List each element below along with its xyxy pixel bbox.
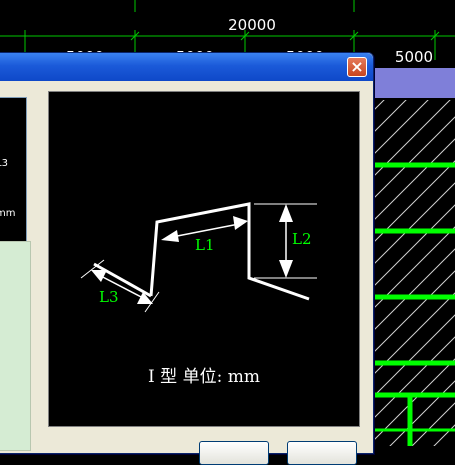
list-label-mm: mm [0,208,16,219]
dimension-label-l3: L3 [99,288,119,306]
dialog-titlebar[interactable]: × [0,53,373,81]
dialog-button-1[interactable] [199,441,269,465]
preview-caption: I 型 单位: mm [148,367,260,387]
dialog-button-2[interactable] [287,441,357,465]
list-label-l3: L3 [0,158,8,169]
dialog-window: × L3 mm L1 L [0,52,374,465]
dimension-label-l1: L1 [195,236,215,254]
parameter-panel[interactable] [0,241,31,451]
total-dimension-text: 20000 [228,16,276,34]
segment-dimension-text: 5000 [395,48,433,66]
dimension-label-l2: L2 [292,230,312,248]
close-button[interactable]: × [347,57,367,77]
close-icon: × [350,57,364,76]
preview-pane: L1 L2 L3 I 型 单位: mm [48,91,360,427]
